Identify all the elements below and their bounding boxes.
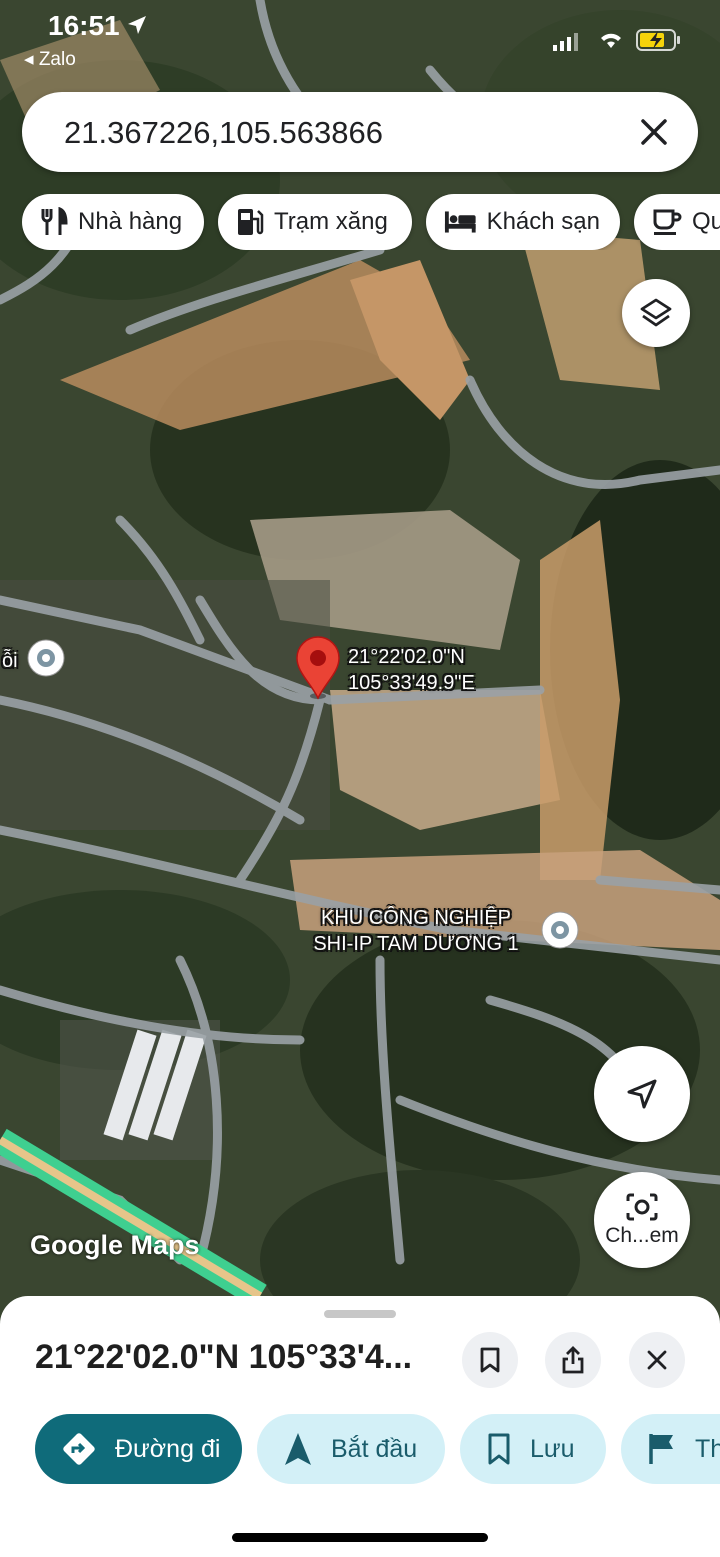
- cellular-signal-icon: [553, 33, 578, 51]
- start-label: Bắt đầu: [331, 1434, 418, 1463]
- chip-gas-stations[interactable]: Trạm xăng: [218, 194, 412, 250]
- lens-button-label: Ch...em: [605, 1224, 679, 1247]
- place-title: 21°22'02.0"N 105°33'4...: [35, 1338, 413, 1376]
- industrial-park-line1: KHU CÔNG NGHIỆP: [320, 907, 512, 929]
- save-label: Lưu: [530, 1434, 575, 1463]
- clear-search-icon[interactable]: [632, 110, 676, 154]
- coffee-icon: [653, 209, 682, 235]
- start-navigation-button[interactable]: Bắt đầu: [257, 1414, 445, 1484]
- bookmark-icon: [488, 1433, 510, 1465]
- back-app-name: Zalo: [38, 49, 76, 70]
- battery-charging-icon: [636, 29, 680, 51]
- layers-button[interactable]: [622, 279, 690, 347]
- flag-icon: [649, 1434, 673, 1464]
- back-to-app-link[interactable]: ◂ Zalo: [24, 48, 76, 71]
- home-indicator[interactable]: [232, 1533, 488, 1542]
- pin-latitude: 21°22'02.0"N: [348, 646, 465, 668]
- pin-longitude: 105°33'49.9"E: [348, 672, 475, 694]
- chip-restaurants[interactable]: Nhà hàng: [22, 194, 204, 250]
- restaurant-icon: [41, 207, 68, 235]
- wifi-icon: [601, 33, 621, 48]
- chip-label: Qu: [692, 208, 720, 235]
- hotel-icon: [444, 211, 476, 233]
- lens-camera-icon: [626, 1193, 658, 1221]
- bookmark-icon: [480, 1347, 500, 1373]
- navigation-icon: [285, 1433, 311, 1465]
- chip-cafes[interactable]: Qu: [634, 194, 720, 250]
- label-button[interactable]: Th: [621, 1414, 720, 1484]
- status-bar: 16:51 ◂ Zalo: [0, 0, 720, 80]
- navigation-arrow-icon: [627, 1079, 657, 1109]
- chip-label: Trạm xăng: [274, 208, 388, 235]
- category-chips: Nhà hàng Trạm xăng Khách sạn Qu: [22, 194, 720, 250]
- industrial-park-marker-icon[interactable]: [538, 910, 582, 954]
- my-location-button[interactable]: [594, 1046, 690, 1142]
- chip-label: Khách sạn: [486, 208, 600, 235]
- search-bar[interactable]: [22, 92, 698, 172]
- place-marker-icon[interactable]: [24, 638, 68, 682]
- chip-label: Nhà hàng: [78, 208, 183, 235]
- save-icon-button[interactable]: [462, 1332, 518, 1388]
- drag-handle[interactable]: [324, 1310, 396, 1318]
- close-icon: [647, 1350, 667, 1370]
- share-button[interactable]: [545, 1332, 601, 1388]
- label-action-text: Th: [695, 1434, 720, 1463]
- save-button[interactable]: Lưu: [460, 1414, 606, 1484]
- location-arrow-icon: [128, 16, 146, 34]
- place-bottom-sheet[interactable]: 21°22'02.0"N 105°33'4... Đường đi Bắt đầ…: [0, 1296, 720, 1557]
- left-place-label: ỗi: [2, 650, 18, 672]
- pin-coordinates-label: 21°22'02.0"N 105°33'49.9"E: [348, 644, 475, 696]
- industrial-park-line2: SHI-IP TAM DƯƠNG 1: [313, 933, 519, 955]
- gas-station-icon: [238, 209, 264, 235]
- search-input[interactable]: [62, 108, 626, 158]
- google-maps-logo: Google Maps: [30, 1230, 200, 1260]
- close-sheet-button[interactable]: [629, 1332, 685, 1388]
- layers-icon: [640, 298, 672, 327]
- share-icon: [562, 1346, 584, 1374]
- lens-search-button[interactable]: Ch...em: [594, 1172, 690, 1268]
- industrial-park-label[interactable]: KHU CÔNG NGHIỆP SHI-IP TAM DƯƠNG 1: [298, 905, 534, 957]
- directions-label: Đường đi: [115, 1434, 221, 1463]
- chip-hotels[interactable]: Khách sạn: [426, 194, 620, 250]
- directions-icon: [63, 1433, 95, 1465]
- directions-button[interactable]: Đường đi: [35, 1414, 242, 1484]
- clock: 16:51: [48, 10, 120, 41]
